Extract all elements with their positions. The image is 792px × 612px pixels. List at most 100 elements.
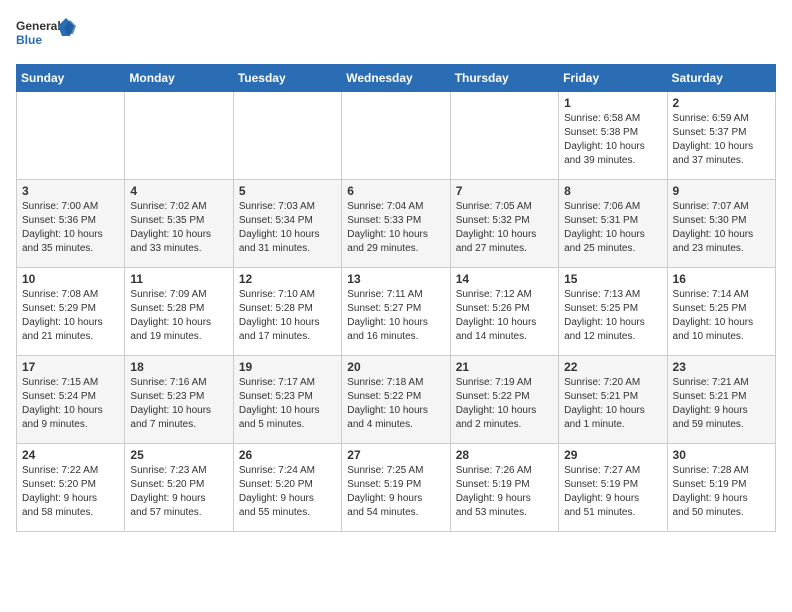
weekday-header-row: SundayMondayTuesdayWednesdayThursdayFrid…	[17, 65, 776, 92]
day-info: Sunrise: 7:13 AMSunset: 5:25 PMDaylight:…	[564, 288, 661, 344]
day-info: Sunrise: 7:06 AMSunset: 5:31 PMDaylight:…	[564, 200, 661, 256]
calendar-cell: 20 Sunrise: 7:18 AMSunset: 5:22 PMDayligh…	[342, 356, 450, 444]
calendar-week-3: 10 Sunrise: 7:08 AMSunset: 5:29 PMDayligh…	[17, 268, 776, 356]
day-info: Sunrise: 7:25 AMSunset: 5:19 PMDaylight:…	[347, 464, 444, 520]
day-info: Sunrise: 7:03 AMSunset: 5:34 PMDaylight:…	[239, 200, 336, 256]
day-info: Sunrise: 7:19 AMSunset: 5:22 PMDaylight:…	[456, 376, 553, 432]
day-info: Sunrise: 7:04 AMSunset: 5:33 PMDaylight:…	[347, 200, 444, 256]
day-number: 16	[673, 272, 770, 286]
day-info: Sunrise: 7:10 AMSunset: 5:28 PMDaylight:…	[239, 288, 336, 344]
day-number: 14	[456, 272, 553, 286]
day-info: Sunrise: 7:00 AMSunset: 5:36 PMDaylight:…	[22, 200, 119, 256]
calendar-cell: 27 Sunrise: 7:25 AMSunset: 5:19 PMDayligh…	[342, 444, 450, 532]
day-number: 29	[564, 448, 661, 462]
calendar-week-4: 17 Sunrise: 7:15 AMSunset: 5:24 PMDayligh…	[17, 356, 776, 444]
day-info: Sunrise: 7:27 AMSunset: 5:19 PMDaylight:…	[564, 464, 661, 520]
logo: General Blue	[16, 16, 76, 52]
day-info: Sunrise: 7:28 AMSunset: 5:19 PMDaylight:…	[673, 464, 770, 520]
calendar-cell: 23 Sunrise: 7:21 AMSunset: 5:21 PMDayligh…	[667, 356, 775, 444]
calendar-table: SundayMondayTuesdayWednesdayThursdayFrid…	[16, 64, 776, 532]
calendar-cell: 7Sunrise: 7:05 AMSunset: 5:32 PMDaylight…	[450, 180, 558, 268]
calendar-cell	[17, 92, 125, 180]
calendar-cell: 5 Sunrise: 7:03 AMSunset: 5:34 PMDaylight…	[233, 180, 341, 268]
calendar-cell: 15 Sunrise: 7:13 AMSunset: 5:25 PMDayligh…	[559, 268, 667, 356]
day-number: 21	[456, 360, 553, 374]
calendar-cell: 12Sunrise: 7:10 AMSunset: 5:28 PMDayligh…	[233, 268, 341, 356]
day-info: Sunrise: 7:26 AMSunset: 5:19 PMDaylight:…	[456, 464, 553, 520]
day-number: 4	[130, 184, 227, 198]
weekday-tuesday: Tuesday	[233, 65, 341, 92]
calendar-cell: 16 Sunrise: 7:14 AMSunset: 5:25 PMDayligh…	[667, 268, 775, 356]
weekday-friday: Friday	[559, 65, 667, 92]
day-info: Sunrise: 7:20 AMSunset: 5:21 PMDaylight:…	[564, 376, 661, 432]
day-number: 17	[22, 360, 119, 374]
calendar-cell: 26Sunrise: 7:24 AMSunset: 5:20 PMDayligh…	[233, 444, 341, 532]
day-info: Sunrise: 7:15 AMSunset: 5:24 PMDaylight:…	[22, 376, 119, 432]
calendar-cell: 18 Sunrise: 7:16 AMSunset: 5:23 PMDayligh…	[125, 356, 233, 444]
day-number: 11	[130, 272, 227, 286]
day-info: Sunrise: 6:59 AMSunset: 5:37 PMDaylight:…	[673, 112, 770, 168]
day-info: Sunrise: 7:11 AMSunset: 5:27 PMDaylight:…	[347, 288, 444, 344]
day-info: Sunrise: 7:08 AMSunset: 5:29 PMDaylight:…	[22, 288, 119, 344]
day-info: Sunrise: 7:07 AMSunset: 5:30 PMDaylight:…	[673, 200, 770, 256]
calendar-cell: 25Sunrise: 7:23 AMSunset: 5:20 PMDayligh…	[125, 444, 233, 532]
calendar-body: 1 Sunrise: 6:58 AMSunset: 5:38 PMDaylight…	[17, 92, 776, 532]
calendar-cell: 11 Sunrise: 7:09 AMSunset: 5:28 PMDayligh…	[125, 268, 233, 356]
day-number: 19	[239, 360, 336, 374]
calendar-cell: 22 Sunrise: 7:20 AMSunset: 5:21 PMDayligh…	[559, 356, 667, 444]
day-number: 6	[347, 184, 444, 198]
day-number: 27	[347, 448, 444, 462]
day-info: Sunrise: 7:12 AMSunset: 5:26 PMDaylight:…	[456, 288, 553, 344]
day-number: 23	[673, 360, 770, 374]
day-info: Sunrise: 7:09 AMSunset: 5:28 PMDaylight:…	[130, 288, 227, 344]
day-number: 26	[239, 448, 336, 462]
calendar-cell	[450, 92, 558, 180]
calendar-cell: 17 Sunrise: 7:15 AMSunset: 5:24 PMDayligh…	[17, 356, 125, 444]
calendar-cell: 24Sunrise: 7:22 AMSunset: 5:20 PMDayligh…	[17, 444, 125, 532]
day-info: Sunrise: 7:18 AMSunset: 5:22 PMDaylight:…	[347, 376, 444, 432]
day-number: 1	[564, 96, 661, 110]
day-info: Sunrise: 6:58 AMSunset: 5:38 PMDaylight:…	[564, 112, 661, 168]
calendar-cell: 14 Sunrise: 7:12 AMSunset: 5:26 PMDayligh…	[450, 268, 558, 356]
calendar-cell	[342, 92, 450, 180]
calendar-cell: 2Sunrise: 6:59 AMSunset: 5:37 PMDaylight…	[667, 92, 775, 180]
day-number: 20	[347, 360, 444, 374]
calendar-cell: 10 Sunrise: 7:08 AMSunset: 5:29 PMDayligh…	[17, 268, 125, 356]
calendar-cell: 13 Sunrise: 7:11 AMSunset: 5:27 PMDayligh…	[342, 268, 450, 356]
weekday-sunday: Sunday	[17, 65, 125, 92]
calendar-cell: 9Sunrise: 7:07 AMSunset: 5:30 PMDaylight…	[667, 180, 775, 268]
day-info: Sunrise: 7:16 AMSunset: 5:23 PMDaylight:…	[130, 376, 227, 432]
day-number: 3	[22, 184, 119, 198]
day-info: Sunrise: 7:23 AMSunset: 5:20 PMDaylight:…	[130, 464, 227, 520]
header: General Blue	[16, 16, 776, 52]
calendar-week-5: 24Sunrise: 7:22 AMSunset: 5:20 PMDayligh…	[17, 444, 776, 532]
svg-text:Blue: Blue	[16, 33, 42, 47]
weekday-thursday: Thursday	[450, 65, 558, 92]
day-number: 13	[347, 272, 444, 286]
calendar-cell: 21 Sunrise: 7:19 AMSunset: 5:22 PMDayligh…	[450, 356, 558, 444]
calendar-cell	[125, 92, 233, 180]
calendar-header: SundayMondayTuesdayWednesdayThursdayFrid…	[17, 65, 776, 92]
day-number: 30	[673, 448, 770, 462]
day-number: 24	[22, 448, 119, 462]
day-number: 8	[564, 184, 661, 198]
weekday-monday: Monday	[125, 65, 233, 92]
day-info: Sunrise: 7:02 AMSunset: 5:35 PMDaylight:…	[130, 200, 227, 256]
weekday-saturday: Saturday	[667, 65, 775, 92]
day-info: Sunrise: 7:14 AMSunset: 5:25 PMDaylight:…	[673, 288, 770, 344]
calendar-cell: 30 Sunrise: 7:28 AMSunset: 5:19 PMDayligh…	[667, 444, 775, 532]
calendar-cell: 1 Sunrise: 6:58 AMSunset: 5:38 PMDaylight…	[559, 92, 667, 180]
day-info: Sunrise: 7:05 AMSunset: 5:32 PMDaylight:…	[456, 200, 553, 256]
calendar-cell: 28Sunrise: 7:26 AMSunset: 5:19 PMDayligh…	[450, 444, 558, 532]
day-number: 15	[564, 272, 661, 286]
day-info: Sunrise: 7:21 AMSunset: 5:21 PMDaylight:…	[673, 376, 770, 432]
calendar-cell: 6 Sunrise: 7:04 AMSunset: 5:33 PMDaylight…	[342, 180, 450, 268]
calendar-cell	[233, 92, 341, 180]
day-info: Sunrise: 7:17 AMSunset: 5:23 PMDaylight:…	[239, 376, 336, 432]
svg-text:General: General	[16, 19, 61, 33]
day-number: 10	[22, 272, 119, 286]
logo-svg: General Blue	[16, 16, 76, 52]
day-number: 18	[130, 360, 227, 374]
day-number: 5	[239, 184, 336, 198]
day-number: 22	[564, 360, 661, 374]
